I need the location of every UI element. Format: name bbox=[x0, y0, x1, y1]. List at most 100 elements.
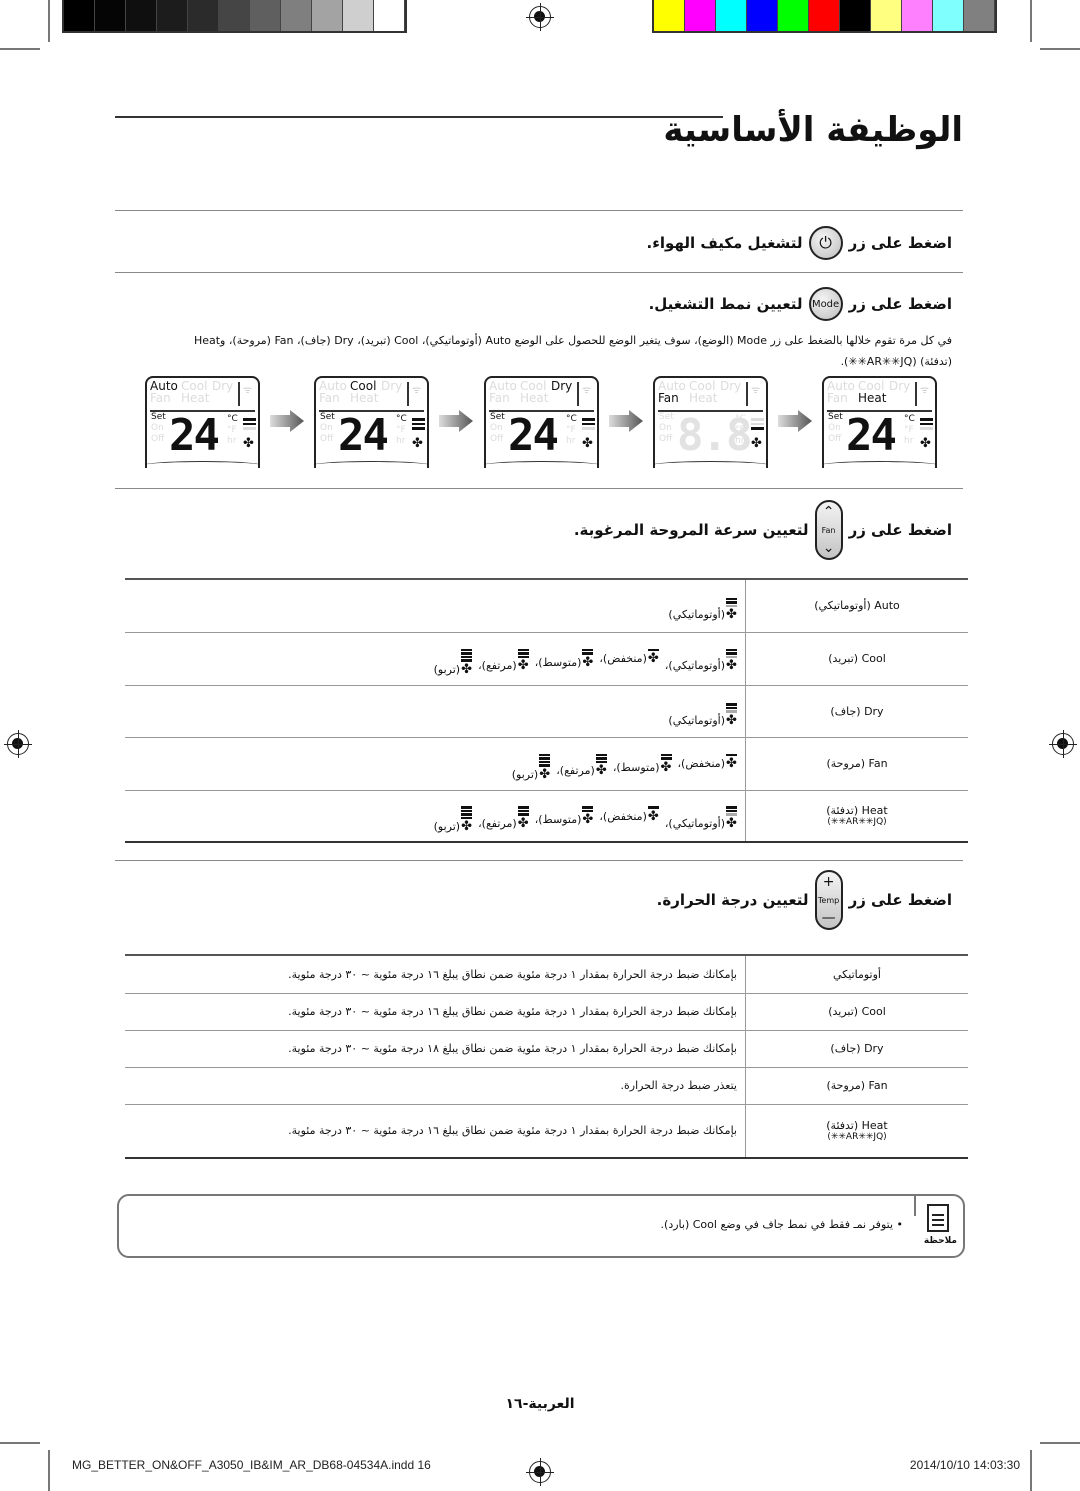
minus-icon[interactable]: — bbox=[822, 911, 836, 925]
color-swatch bbox=[871, 0, 902, 31]
fan-button[interactable]: ⌃ Fan ⌄ bbox=[814, 500, 843, 560]
temp-desc-cell: بإمكانك ضبط درجة الحرارة بمقدار ١ درجة م… bbox=[125, 1030, 746, 1068]
divider bbox=[115, 860, 963, 861]
lcd-mode-heat: Heat bbox=[350, 391, 379, 405]
power-button[interactable]: ⏻ bbox=[808, 226, 843, 260]
lcd-mode-fan: Fan bbox=[827, 391, 848, 405]
fan-speed-option: ✤ (منخفض)، bbox=[599, 648, 659, 666]
fan-speed-option: ✤ (تربو) bbox=[511, 753, 551, 781]
lcd-unit: °F bbox=[227, 425, 237, 435]
fan-speed-icon: ✤ bbox=[582, 806, 594, 826]
color-swatch bbox=[188, 0, 219, 31]
fan-speed-option: ✤ (متوسط)، bbox=[613, 753, 672, 774]
fan-speed-bars-icon bbox=[582, 418, 595, 432]
color-swatch bbox=[126, 0, 157, 31]
mode-cell: Fan (مروحة) bbox=[745, 737, 968, 791]
note-text: • يتوفر نمـ فقط في نمط جاف في وضع Cool (… bbox=[660, 1218, 903, 1231]
lcd-mode-dry: Dry bbox=[381, 379, 403, 393]
step-power: اضغط على زر ⏻ لتشغيل مكيف الهواء. bbox=[647, 226, 952, 260]
lcd-label-set: Set bbox=[320, 412, 335, 422]
color-swatch bbox=[840, 0, 871, 31]
divider bbox=[115, 272, 963, 273]
lcd-unit: °F bbox=[904, 425, 914, 435]
color-swatch bbox=[95, 0, 126, 31]
temperature-table: أوتوماتيكي بإمكانك ضبط درجة الحرارة بمقدا… bbox=[125, 956, 968, 1159]
fan-button-label: Fan bbox=[821, 525, 836, 535]
lcd-units: °C °F hr bbox=[566, 414, 577, 447]
lcd-label-on: On bbox=[828, 423, 841, 433]
fan-speed-option: ✤ (منخفض)، bbox=[677, 753, 737, 771]
lcd-mode-dry: Dry bbox=[212, 379, 234, 393]
lcd-side-labels: Set On Off bbox=[490, 412, 505, 445]
chevron-up-icon[interactable]: ⌃ bbox=[823, 505, 835, 519]
speeds-cell: ✤ (أوتوماتيكي)، ✤ (منخفض)، ✤ (متوسط)، ✤ (مرتفع)… bbox=[125, 632, 746, 686]
lcd-mode-fan: Fan bbox=[658, 391, 679, 405]
lcd-units: °C °F hr bbox=[396, 414, 407, 447]
mode-label: Fan (مروحة) bbox=[826, 757, 888, 770]
mode-button-label: Mode bbox=[811, 298, 840, 310]
fan-speed-icon: ✤ bbox=[539, 753, 551, 781]
fan-speed-label: (أوتوماتيكي)، bbox=[664, 816, 725, 830]
temp-button-label: Temp bbox=[817, 895, 840, 905]
lcd-label-off: Off bbox=[828, 434, 842, 444]
lcd-units: °C °F hr bbox=[904, 414, 915, 447]
note-box: ملاحظة • يتوفر نمـ فقط في نمط جاف في وضع… bbox=[117, 1194, 965, 1258]
note-icon bbox=[927, 1204, 949, 1232]
plus-icon[interactable]: + bbox=[823, 875, 835, 889]
lcd-wave-edge bbox=[655, 461, 766, 468]
fan-speed-label: (منخفض)، bbox=[677, 757, 726, 771]
lcd-wave-edge bbox=[147, 461, 258, 468]
mode-button[interactable]: Mode bbox=[808, 287, 843, 321]
mode-label: Dry (جاف) bbox=[830, 1042, 884, 1055]
fan-speed-label: (أوتوماتيكي) bbox=[668, 713, 725, 727]
temp-desc-cell: بإمكانك ضبط درجة الحرارة بمقدار ١ درجة م… bbox=[125, 993, 746, 1031]
wifi-icon: ᯤ bbox=[582, 385, 592, 396]
crop-mark bbox=[0, 48, 40, 50]
fan-speed-icon: ✤ bbox=[726, 753, 737, 770]
fan-speed-label: (منخفض)، bbox=[599, 652, 647, 666]
chevron-down-icon[interactable]: ⌄ bbox=[823, 541, 835, 555]
fan-speed-table: Auto (أوتوماتيكي) ✤ (أوتوماتيكي) Cool (تبري… bbox=[125, 580, 968, 843]
wifi-icon: ᯤ bbox=[412, 385, 422, 396]
fan-speed-label: (تربو) bbox=[511, 767, 539, 781]
fan-speed-option: ✤ (مرتفع)، bbox=[478, 648, 529, 672]
lcd-mode-fan: Fan bbox=[489, 391, 510, 405]
page-number: العربية-١٦ bbox=[505, 1396, 575, 1412]
mode-label: Dry (جاف) bbox=[830, 704, 884, 718]
crop-mark bbox=[0, 1442, 40, 1444]
temp-desc-cell: بإمكانك ضبط درجة الحرارة بمقدار ١ درجة م… bbox=[125, 1104, 746, 1159]
lcd-mode-fan: Fan bbox=[319, 391, 340, 405]
lcd-wave-edge bbox=[824, 461, 935, 468]
fan-speed-icon: ✤ bbox=[660, 753, 672, 774]
crop-mark bbox=[48, 0, 50, 42]
lcd-side-labels: Set On Off bbox=[828, 412, 843, 445]
fan-speed-option: ✤ (مرتفع)، bbox=[478, 806, 529, 830]
step-temp-before: اضغط على زر bbox=[848, 891, 952, 909]
lcd-units: °C °F hr bbox=[227, 414, 238, 447]
fan-speed-bars-icon bbox=[920, 418, 933, 432]
lcd-mode-dry: Dry bbox=[551, 379, 573, 393]
fan-speed-label: (أوتوماتيكي)، bbox=[664, 659, 725, 673]
table-row: Dry (جاف) بإمكانك ضبط درجة الحرارة بمقدار… bbox=[125, 1030, 968, 1068]
mode-cell: Cool (تبريد) bbox=[745, 993, 968, 1031]
mode-label: أوتوماتيكي bbox=[833, 967, 881, 981]
color-swatch bbox=[312, 0, 343, 31]
lcd-unit: hr bbox=[396, 436, 406, 446]
fan-speed-option: ✤ (متوسط)، bbox=[535, 806, 594, 826]
step-mode-after: لتعيين نمط التشغيل. bbox=[648, 295, 803, 313]
mode-cell: Dry (جاف) bbox=[745, 1030, 968, 1068]
registration-mark-left bbox=[4, 730, 32, 758]
wifi-icon: ᯤ bbox=[920, 385, 930, 396]
lcd-side-labels: Set On Off bbox=[320, 412, 335, 445]
lcd-units: °C °F hr bbox=[735, 414, 746, 447]
fan-speed-option: ✤ (تربو) bbox=[434, 806, 473, 833]
step-mode-before: اضغط على زر bbox=[848, 295, 952, 313]
table-row: أوتوماتيكي بإمكانك ضبط درجة الحرارة بمقدا… bbox=[125, 956, 968, 994]
lcd-label-set: Set bbox=[828, 412, 843, 422]
color-swatch bbox=[809, 0, 840, 31]
model-note: (AR✳✳JQ✳✳) bbox=[827, 1132, 887, 1143]
lcd-display: Auto Cool Dry Fan Heat ᯤ Set On Off 24 °C °F hr ✤ bbox=[145, 376, 260, 468]
temp-button[interactable]: + Temp — bbox=[814, 870, 843, 930]
lcd-label-off: Off bbox=[151, 434, 165, 444]
lcd-separator bbox=[577, 382, 579, 406]
